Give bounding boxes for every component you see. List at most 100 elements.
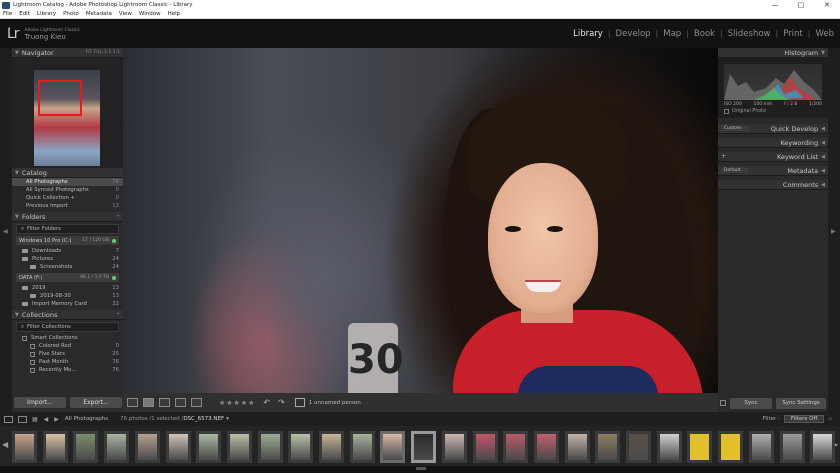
collapse-left-icon[interactable]: ◀ [3, 228, 8, 235]
forward-arrow-icon[interactable]: ▶ [54, 416, 59, 423]
keyword-list-header[interactable]: + Keyword List ◀ [718, 152, 828, 162]
menu-metadata[interactable]: Metadata [86, 11, 112, 17]
export-button[interactable]: Export... [70, 397, 122, 408]
filmstrip-thumbnail[interactable] [718, 431, 744, 463]
folder-downloads[interactable]: Downloads 7 [12, 247, 123, 255]
minimize-button[interactable]: — [762, 1, 788, 9]
collapse-triangle-icon[interactable]: ▼ [15, 50, 19, 56]
metadata-header[interactable]: Default Metadata ◀ [718, 166, 828, 176]
collection-smart-collections[interactable]: Smart Collections [12, 334, 123, 342]
navigator-header[interactable]: ▼ Navigator FIT FILL 1:1 1:1 [12, 48, 123, 58]
filmstrip-thumbnail[interactable] [779, 431, 805, 463]
right-panel-edge[interactable]: ▶ [828, 48, 840, 412]
main-window-icon[interactable] [4, 415, 13, 423]
comments-header[interactable]: Comments ◀ [718, 180, 828, 190]
module-slideshow[interactable]: Slideshow [728, 29, 771, 39]
navigator-zoom-options[interactable]: FIT FILL 1:1 1:1 [86, 50, 120, 55]
collapse-triangle-icon[interactable]: ▼ [821, 50, 825, 56]
folder-2019-08-30[interactable]: 2019-08-30 13 [12, 292, 123, 300]
keywording-header[interactable]: Keywording ◀ [718, 138, 828, 148]
catalog-header[interactable]: ▼ Catalog [12, 168, 123, 178]
expand-triangle-icon[interactable]: ◀ [821, 140, 825, 146]
filmstrip-thumbnail[interactable] [626, 431, 651, 463]
folder-screenshots[interactable]: Screenshots 24 [12, 263, 123, 271]
collapse-triangle-icon[interactable]: ▼ [15, 312, 19, 318]
filter-folders-input[interactable]: ⌕ Filter Folders [16, 224, 119, 234]
module-map[interactable]: Map [663, 29, 681, 39]
navigator-zoom-frame[interactable] [38, 80, 82, 116]
filter-select[interactable]: Filters Off [783, 415, 825, 423]
menu-edit[interactable]: Edit [19, 11, 30, 17]
filmstrip-thumbnail[interactable] [441, 431, 467, 463]
collapse-triangle-icon[interactable]: ▼ [15, 170, 19, 176]
menu-view[interactable]: View [119, 11, 132, 17]
filmstrip-thumbnail[interactable] [226, 431, 252, 463]
filmstrip-thumbnail[interactable] [165, 431, 191, 463]
quick-develop-header[interactable]: Custom Quick Develop ◀ [718, 124, 828, 134]
sync-settings-button[interactable]: Sync Settings [776, 397, 826, 409]
filmstrip-thumbnail[interactable] [472, 431, 498, 463]
rotate-right-icon[interactable]: ↷ [278, 398, 285, 407]
filmstrip-thumbnail[interactable] [42, 431, 68, 463]
quick-develop-preset[interactable]: Custom [721, 126, 750, 131]
histogram-header[interactable]: Histogram ▼ [718, 48, 828, 58]
filmstrip-thumbnail[interactable] [503, 431, 529, 463]
grid-view-icon[interactable] [127, 398, 138, 407]
menu-photo[interactable]: Photo [63, 11, 79, 17]
sync-button[interactable]: Sync [730, 397, 772, 409]
filmstrip-thumbnail[interactable] [257, 431, 283, 463]
auto-sync-toggle[interactable] [720, 400, 726, 406]
filmstrip-thumbnail[interactable] [196, 431, 222, 463]
collection-past-month[interactable]: Past Month 76 [12, 358, 123, 366]
filter-lock-icon[interactable]: ▫ [828, 416, 832, 422]
collections-header[interactable]: ▼ Collections + [12, 310, 123, 320]
folder-2019[interactable]: 2019 13 [12, 284, 123, 292]
filmstrip-thumbnail[interactable] [319, 431, 344, 463]
module-web[interactable]: Web [815, 29, 834, 39]
filmstrip-thumbnail[interactable] [656, 431, 682, 463]
menu-window[interactable]: Window [139, 11, 161, 17]
add-collection-icon[interactable]: + [116, 312, 120, 317]
people-view-icon[interactable] [191, 398, 202, 407]
metadata-preset[interactable]: Default [721, 168, 749, 173]
filmstrip-thumbnail[interactable] [748, 431, 774, 463]
import-button[interactable]: Import... [14, 397, 66, 408]
filmstrip-thumbnail[interactable] [73, 431, 99, 463]
expand-triangle-icon[interactable]: ◀ [821, 126, 825, 132]
loupe-view-icon[interactable] [143, 398, 154, 407]
rating-stars[interactable]: ★★★★★ [219, 399, 255, 407]
menu-library[interactable]: Library [37, 11, 56, 17]
filmstrip-left-arrow-icon[interactable]: ◀ [2, 440, 8, 449]
original-photo-row[interactable]: Original Photo [724, 109, 766, 114]
filmstrip-scroll-thumb[interactable] [416, 467, 426, 470]
second-window-icon[interactable] [18, 415, 27, 423]
filmstrip-thumbnail[interactable] [810, 431, 836, 463]
rotate-left-icon[interactable]: ↶ [263, 398, 270, 407]
filename-dropdown-icon[interactable]: ▾ [226, 416, 229, 422]
menu-help[interactable]: Help [168, 11, 181, 17]
collection-five-stars[interactable]: Five Stars 25 [12, 350, 123, 358]
filmstrip-thumbnail[interactable] [288, 431, 314, 463]
collection-colored-red[interactable]: Colored Red 0 [12, 342, 123, 350]
filmstrip-filename[interactable]: DSC_6573.NEF [183, 416, 224, 422]
expand-triangle-icon[interactable]: ◀ [821, 182, 825, 188]
filmstrip-thumbnail[interactable] [411, 431, 437, 463]
navigator-preview[interactable] [12, 58, 123, 168]
survey-view-icon[interactable] [175, 398, 186, 407]
collapse-right-icon[interactable]: ▶ [831, 228, 836, 235]
filmstrip-thumbnail[interactable] [349, 431, 375, 463]
module-print[interactable]: Print [783, 29, 803, 39]
folder-pictures[interactable]: Pictures 24 [12, 255, 123, 263]
filmstrip-thumbnail[interactable] [564, 431, 590, 463]
folders-header[interactable]: ▼ Folders + [12, 212, 123, 222]
collapse-triangle-icon[interactable]: ▼ [15, 214, 19, 220]
filmstrip-thumbnail[interactable] [12, 431, 37, 463]
close-button[interactable]: ✕ [814, 1, 840, 9]
expand-triangle-icon[interactable]: ◀ [821, 154, 825, 160]
module-book[interactable]: Book [694, 29, 715, 39]
collection-recently-modified[interactable]: Recently Mo... 76 [12, 366, 123, 374]
compare-view-icon[interactable] [159, 398, 170, 407]
filmstrip-thumbnail[interactable] [533, 431, 559, 463]
folder-import-memory-card[interactable]: Import Memory Card 32 [12, 300, 123, 308]
filmstrip[interactable]: ◀ ▶ [0, 426, 840, 466]
